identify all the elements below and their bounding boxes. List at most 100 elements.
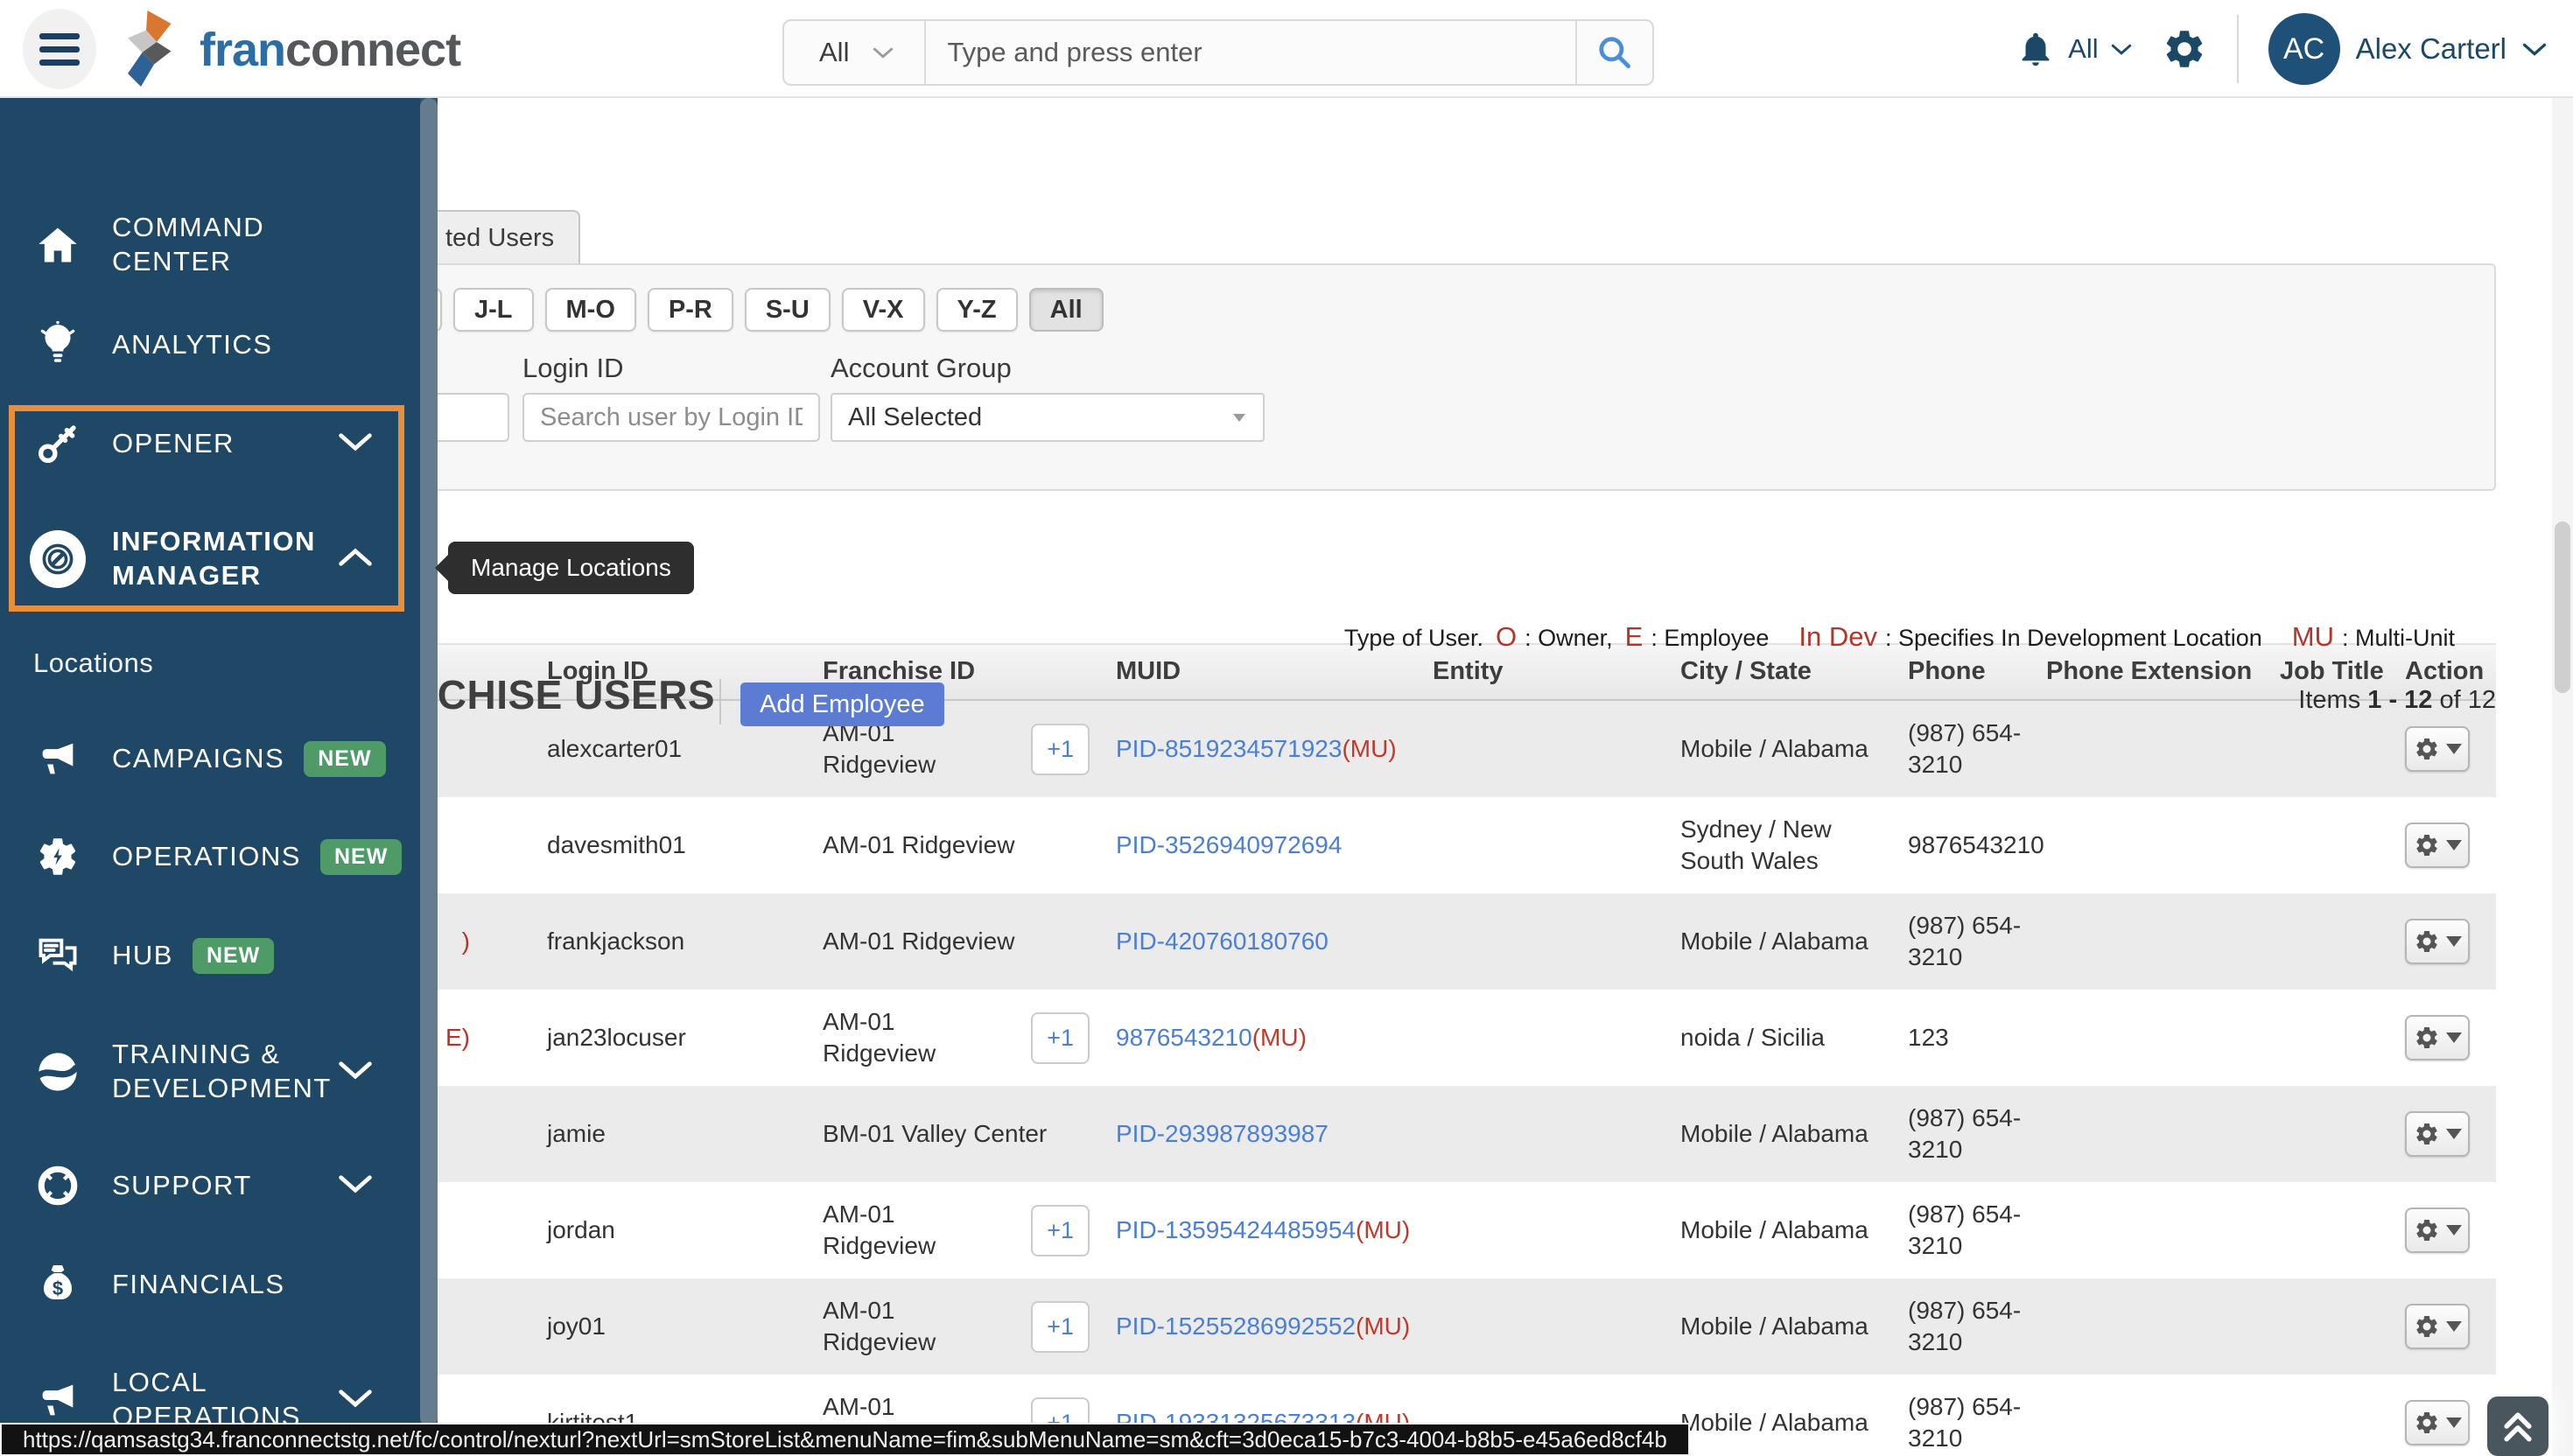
chevron-down-icon xyxy=(338,1060,373,1085)
sidebar-item-analytics[interactable]: ANALYTICS xyxy=(0,292,418,397)
alpha-filter-vx[interactable]: V-X xyxy=(842,288,925,332)
sidebar-item-hub[interactable]: HUB NEW xyxy=(0,903,418,1008)
app-root: ted Users J-L M-O P-R S-U V-X Y-Z All Lo… xyxy=(0,0,2573,1456)
top-header: franconnect All All AC xyxy=(0,0,2573,98)
global-search-bar: All xyxy=(782,19,1654,86)
header-divider xyxy=(2237,15,2239,83)
scroll-to-top-button[interactable] xyxy=(2487,1396,2548,1456)
sidebar-item-support[interactable]: SUPPORT xyxy=(0,1133,418,1238)
add-employee-button[interactable]: Add Employee xyxy=(740,682,944,726)
sidebar-item-campaigns[interactable]: CAMPAIGNS NEW xyxy=(0,706,418,811)
legend-intro: Type of User. xyxy=(1344,625,1483,652)
chat-icon xyxy=(30,933,86,978)
search-scope-value: All xyxy=(819,37,849,68)
sidebar-scrollbar-thumb[interactable] xyxy=(420,98,438,1426)
user-type-legend: Type of User. O : Owner, E : Employee In… xyxy=(1344,621,2455,653)
sidebar-item-label: SUPPORT xyxy=(112,1169,252,1203)
key-icon xyxy=(30,420,86,467)
legend-desc-owner: : Owner, xyxy=(1525,625,1613,652)
sidebar-item-label: CAMPAIGNS xyxy=(112,742,284,776)
chevron-down-icon xyxy=(338,1173,373,1199)
home-icon xyxy=(30,222,86,268)
sidebar-item-label: TRAINING & DEVELOPMENT xyxy=(112,1038,333,1106)
lightbulb-icon xyxy=(30,321,86,368)
sidebar-item-operations[interactable]: OPERATIONS NEW xyxy=(0,804,418,909)
sidebar-scrollbar[interactable] xyxy=(420,98,438,1426)
legend-desc-mu: : Multi-Unit xyxy=(2342,625,2455,652)
sidebar-item-opener[interactable]: OPENER xyxy=(0,391,418,496)
sidebar-item-label: OPENER xyxy=(112,427,235,461)
login-id-label: Login ID xyxy=(522,353,623,384)
bell-icon xyxy=(2016,29,2056,69)
avatar: AC xyxy=(2268,13,2340,85)
search-scope-select[interactable]: All xyxy=(784,21,924,84)
legend-key-mu: MU xyxy=(2292,621,2334,653)
filter-panel: J-L M-O P-R S-U V-X Y-Z All Login ID Acc… xyxy=(398,263,2496,491)
login-id-input[interactable] xyxy=(522,393,820,442)
alpha-filter-mo[interactable]: M-O xyxy=(545,288,636,332)
logo-mark-icon xyxy=(121,10,187,89)
lifebuoy-icon xyxy=(30,1164,86,1208)
hamburger-menu-button[interactable] xyxy=(23,9,96,89)
items-count-of: of 12 xyxy=(2440,686,2497,714)
page-scrollbar[interactable] xyxy=(2552,98,2573,1456)
gear-bolt-icon xyxy=(30,834,86,879)
global-search-input[interactable] xyxy=(926,23,1575,82)
sidebar-item-label: COMMAND CENTER xyxy=(112,211,333,279)
logo-text: franconnect xyxy=(200,23,460,77)
manage-locations-tooltip: Manage Locations xyxy=(448,542,694,594)
chevron-down-icon xyxy=(2522,42,2547,57)
sidebar-item-training-development[interactable]: TRAINING & DEVELOPMENT xyxy=(0,1019,418,1124)
megaphone-icon xyxy=(30,1377,86,1423)
sidebar-item-label: ANALYTICS xyxy=(112,328,272,362)
settings-button[interactable] xyxy=(2162,26,2207,72)
svg-text:$: $ xyxy=(53,1278,63,1299)
header-right-group: All AC Alex Carterl xyxy=(2016,0,2547,98)
search-icon xyxy=(1595,33,1634,72)
chevron-up-icon xyxy=(338,547,373,572)
notifications-control[interactable]: All xyxy=(2016,29,2131,69)
items-count: Items 1 - 12 of 12 xyxy=(2298,686,2496,715)
search-button[interactable] xyxy=(1575,21,1652,84)
sidebar-submenu-locations[interactable]: Locations xyxy=(33,648,153,679)
alerts-scope-value: All xyxy=(2068,33,2098,65)
items-count-range: 1 - 12 xyxy=(2367,686,2432,714)
sidebar-item-command-center[interactable]: COMMAND CENTER xyxy=(0,192,418,298)
user-menu[interactable]: AC Alex Carterl xyxy=(2268,13,2547,85)
chevron-down-icon xyxy=(2111,43,2132,56)
gauge-icon xyxy=(30,530,86,588)
legend-key-owner: O xyxy=(1496,621,1517,653)
franconnect-logo[interactable]: franconnect xyxy=(121,10,460,89)
new-badge: NEW xyxy=(193,938,274,974)
new-badge: NEW xyxy=(304,741,385,777)
sidebar-item-information-manager[interactable]: INFORMATION MANAGER xyxy=(0,507,418,612)
sidebar-item-label: FINANCIALS xyxy=(112,1268,285,1302)
user-name: Alex Carterl xyxy=(2356,32,2506,66)
alpha-filter-yz[interactable]: Y-Z xyxy=(936,288,1018,332)
alpha-filter-all[interactable]: All xyxy=(1029,288,1104,332)
alphabet-filter-row: J-L M-O P-R S-U V-X Y-Z All xyxy=(400,288,1104,332)
double-chevron-up-icon xyxy=(2499,1407,2537,1446)
gear-icon xyxy=(2162,26,2207,72)
select-caret-icon xyxy=(1233,414,1245,422)
sidebar-item-label: HUB xyxy=(112,939,173,973)
account-group-value: All Selected xyxy=(848,403,982,432)
sidebar-item-financials[interactable]: $ FINANCIALS xyxy=(0,1232,418,1337)
training-swoosh-icon xyxy=(30,1049,86,1095)
account-group-label: Account Group xyxy=(831,353,1012,384)
legend-key-employee: E xyxy=(1625,621,1644,653)
page-scrollbar-thumb[interactable] xyxy=(2555,522,2570,693)
items-count-label: Items xyxy=(2298,686,2360,714)
alpha-filter-su[interactable]: S-U xyxy=(745,288,831,332)
megaphone-icon xyxy=(30,736,86,781)
account-group-select[interactable]: All Selected xyxy=(831,393,1265,442)
hamburger-icon xyxy=(39,33,80,39)
sidebar-item-label: INFORMATION MANAGER xyxy=(112,525,333,593)
alpha-filter-pr[interactable]: P-R xyxy=(648,288,733,332)
chevron-down-icon xyxy=(338,431,373,457)
title-divider xyxy=(719,679,721,724)
tab-users-label: ted Users xyxy=(445,224,554,253)
new-badge: NEW xyxy=(320,839,402,875)
alpha-filter-jl[interactable]: J-L xyxy=(453,288,534,332)
link-preview-statusbar: https://qamsastg34.franconnectstg.net/fc… xyxy=(0,1423,1690,1456)
